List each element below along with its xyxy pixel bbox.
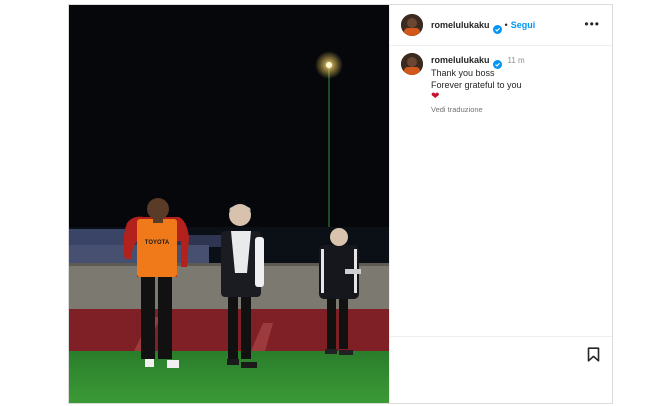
post-header: romelulukaku • Segui ••• — [390, 5, 612, 46]
follow-button[interactable]: Segui — [511, 20, 536, 30]
post-author-username[interactable]: romelulukaku — [431, 20, 490, 30]
instagram-post-embed: TOYOTA romelulukaku • Segui ••• romelulu… — [68, 4, 613, 404]
caption-timestamp[interactable]: 11 m — [508, 56, 525, 65]
post-sidebar: romelulukaku • Segui ••• romelulukaku 11… — [389, 5, 612, 403]
post-caption: romelulukaku 11 m Thank you boss Forever… — [401, 53, 602, 114]
caption-avatar-image — [401, 53, 423, 75]
caption-meta: romelulukaku 11 m — [431, 53, 525, 69]
post-actions-bar — [390, 336, 612, 403]
caption-username[interactable]: romelulukaku — [431, 55, 490, 65]
caption-body: romelulukaku 11 m Thank you boss Forever… — [431, 53, 525, 114]
training-scene-image: TOYOTA — [69, 5, 389, 403]
avatar-image — [401, 14, 423, 36]
separator-dot: • — [504, 20, 508, 30]
caption-avatar[interactable] — [401, 53, 423, 75]
caption-line-2: Forever grateful to you — [431, 80, 522, 90]
verified-badge-icon — [492, 56, 502, 69]
caption-line-1: Thank you boss — [431, 68, 495, 78]
post-photo[interactable]: TOYOTA — [69, 5, 389, 403]
more-options-icon[interactable]: ••• — [584, 18, 600, 30]
see-translation-link[interactable]: Vedi traduzione — [431, 105, 525, 114]
bookmark-icon[interactable] — [587, 347, 600, 367]
avatar[interactable] — [401, 14, 423, 36]
bib-sponsor-text: TOYOTA — [145, 240, 170, 246]
verified-badge-icon — [492, 21, 502, 34]
heart-emoji: ❤ — [431, 91, 440, 102]
